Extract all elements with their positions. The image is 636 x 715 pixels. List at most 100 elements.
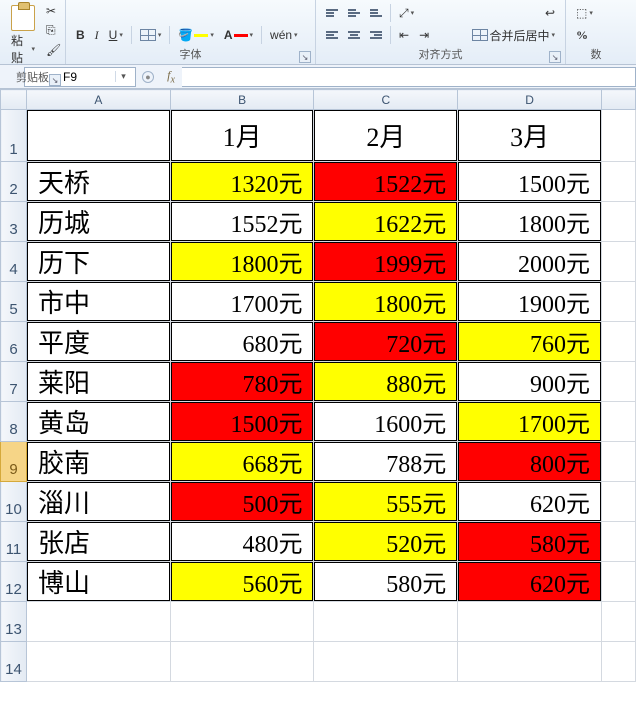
- col-header[interactable]: C: [314, 90, 458, 110]
- cell[interactable]: 淄川: [26, 482, 170, 522]
- cell[interactable]: [26, 110, 170, 162]
- align-center-button[interactable]: [344, 29, 364, 41]
- formula-input[interactable]: [182, 67, 636, 87]
- row-header[interactable]: 5: [1, 282, 27, 322]
- cell[interactable]: 900元: [458, 362, 602, 402]
- grid[interactable]: A B C D 1 1月 2月 3月 2 天桥1320元1522元1500元3 …: [0, 89, 636, 682]
- cell[interactable]: 胶南: [26, 442, 170, 482]
- row-header[interactable]: 3: [1, 202, 27, 242]
- cell[interactable]: 1500元: [170, 402, 314, 442]
- cell[interactable]: 天桥: [26, 162, 170, 202]
- cell[interactable]: [602, 202, 636, 242]
- cell[interactable]: 2000元: [458, 242, 602, 282]
- cell[interactable]: 800元: [458, 442, 602, 482]
- cell[interactable]: [458, 602, 602, 642]
- cell[interactable]: 1522元: [314, 162, 458, 202]
- row-header[interactable]: 12: [1, 562, 27, 602]
- cell[interactable]: 500元: [170, 482, 314, 522]
- cell[interactable]: [458, 642, 602, 682]
- cell[interactable]: 市中: [26, 282, 170, 322]
- cell[interactable]: [602, 642, 636, 682]
- paste-button[interactable]: 粘贴▾: [6, 2, 40, 69]
- col-header[interactable]: D: [458, 90, 602, 110]
- cell[interactable]: 1999元: [314, 242, 458, 282]
- align-middle-button[interactable]: [344, 7, 364, 19]
- cell[interactable]: 3月: [458, 110, 602, 162]
- phonetic-button[interactable]: wén▾: [266, 26, 302, 44]
- align-top-button[interactable]: [322, 7, 342, 19]
- cell[interactable]: 760元: [458, 322, 602, 362]
- cell[interactable]: [26, 642, 170, 682]
- row-header[interactable]: 4: [1, 242, 27, 282]
- cell[interactable]: [602, 442, 636, 482]
- row-header[interactable]: 14: [1, 642, 27, 682]
- cell[interactable]: [602, 562, 636, 602]
- cell[interactable]: [602, 322, 636, 362]
- font-color-button[interactable]: A▾: [220, 26, 257, 44]
- row-header[interactable]: 6: [1, 322, 27, 362]
- cell[interactable]: 1600元: [314, 402, 458, 442]
- cell[interactable]: 1800元: [170, 242, 314, 282]
- cell[interactable]: 莱阳: [26, 362, 170, 402]
- cell[interactable]: 1800元: [458, 202, 602, 242]
- cell[interactable]: 1800元: [314, 282, 458, 322]
- cell[interactable]: 788元: [314, 442, 458, 482]
- cell[interactable]: 1700元: [170, 282, 314, 322]
- percent-button[interactable]: %: [572, 26, 592, 45]
- cell[interactable]: 博山: [26, 562, 170, 602]
- name-box-dropdown[interactable]: ▾: [115, 71, 131, 82]
- cell[interactable]: 580元: [314, 562, 458, 602]
- cell[interactable]: 黄岛: [26, 402, 170, 442]
- row-header[interactable]: 10: [1, 482, 27, 522]
- cell[interactable]: 历城: [26, 202, 170, 242]
- dialog-launcher-icon[interactable]: ↘: [49, 74, 61, 86]
- number-format-button[interactable]: ⬚▾: [572, 4, 597, 22]
- align-bottom-button[interactable]: [366, 7, 386, 19]
- cell[interactable]: 1320元: [170, 162, 314, 202]
- cell[interactable]: [602, 602, 636, 642]
- cell[interactable]: 1900元: [458, 282, 602, 322]
- cell[interactable]: 1月: [170, 110, 314, 162]
- cell[interactable]: [314, 642, 458, 682]
- cell[interactable]: 620元: [458, 482, 602, 522]
- col-header[interactable]: B: [170, 90, 314, 110]
- cell[interactable]: 历下: [26, 242, 170, 282]
- cell[interactable]: [26, 602, 170, 642]
- cell[interactable]: 780元: [170, 362, 314, 402]
- cell[interactable]: [602, 402, 636, 442]
- insert-function-button[interactable]: fx: [160, 68, 182, 85]
- borders-button[interactable]: ▾: [136, 27, 166, 43]
- cell[interactable]: 520元: [314, 522, 458, 562]
- cut-button[interactable]: ✂: [42, 2, 65, 20]
- copy-button[interactable]: ⎘: [42, 21, 65, 40]
- cell[interactable]: [170, 602, 314, 642]
- decrease-indent-button[interactable]: ⇤: [395, 26, 413, 44]
- dialog-launcher-icon[interactable]: ↘: [299, 51, 311, 63]
- col-header[interactable]: [602, 90, 636, 110]
- align-right-button[interactable]: [366, 29, 386, 41]
- cell[interactable]: 580元: [458, 522, 602, 562]
- cell[interactable]: [602, 242, 636, 282]
- italic-button[interactable]: I: [91, 26, 103, 45]
- cancel-formula-button[interactable]: ●: [138, 69, 160, 84]
- cell[interactable]: [602, 162, 636, 202]
- cell[interactable]: 668元: [170, 442, 314, 482]
- cell[interactable]: 1552元: [170, 202, 314, 242]
- select-all-corner[interactable]: [1, 90, 27, 110]
- increase-indent-button[interactable]: ⇥: [415, 26, 433, 44]
- cell[interactable]: 1700元: [458, 402, 602, 442]
- align-left-button[interactable]: [322, 29, 342, 41]
- fill-color-button[interactable]: 🪣▾: [174, 26, 217, 44]
- cell[interactable]: 880元: [314, 362, 458, 402]
- row-header[interactable]: 13: [1, 602, 27, 642]
- cell[interactable]: 平度: [26, 322, 170, 362]
- underline-button[interactable]: U▾: [105, 26, 127, 44]
- cell[interactable]: 720元: [314, 322, 458, 362]
- row-header[interactable]: 7: [1, 362, 27, 402]
- row-header[interactable]: 11: [1, 522, 27, 562]
- cell[interactable]: 555元: [314, 482, 458, 522]
- cell[interactable]: [314, 602, 458, 642]
- cell[interactable]: 680元: [170, 322, 314, 362]
- cell[interactable]: [602, 110, 636, 162]
- cell[interactable]: 620元: [458, 562, 602, 602]
